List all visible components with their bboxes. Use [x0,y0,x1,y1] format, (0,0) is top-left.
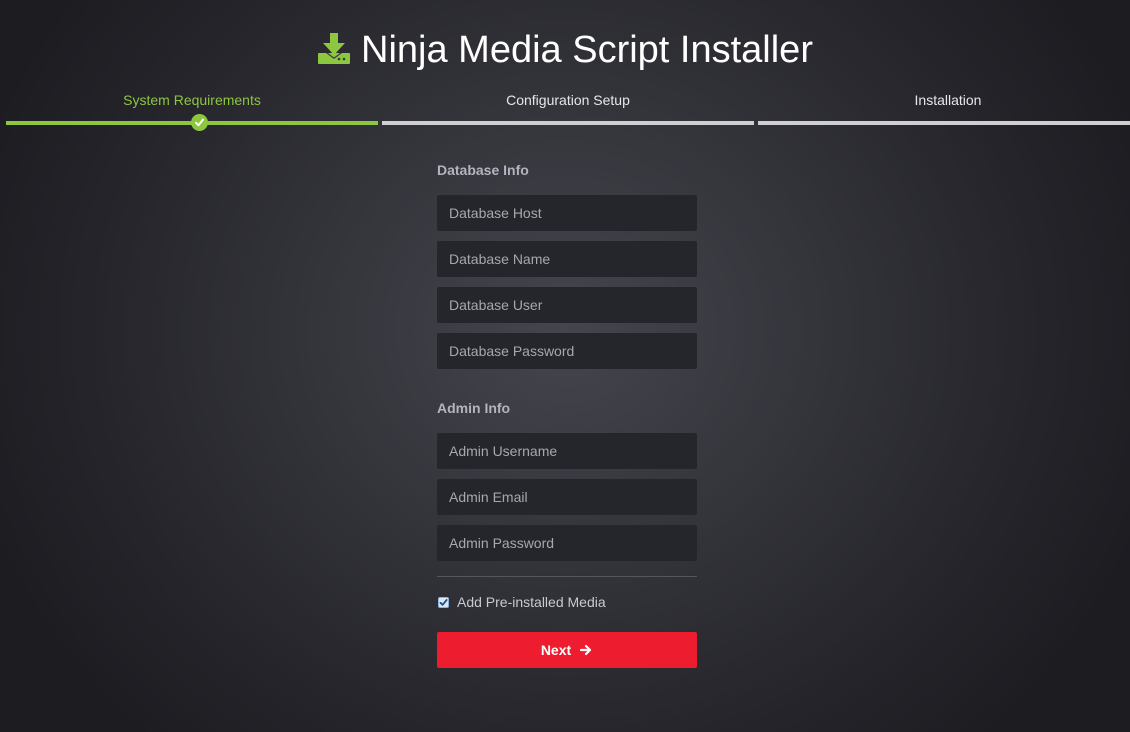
app-title: Ninja Media Script Installer [361,28,813,71]
admin-password-input[interactable] [437,525,697,561]
install-form: Database Info Admin Info Add Pre-install… [437,160,697,668]
step-configuration-setup[interactable]: Configuration Setup [382,90,754,130]
step-label: Installation [914,92,982,108]
step-label: Configuration Setup [506,92,630,108]
step-complete-check-icon [191,114,208,131]
checkmark-icon [439,598,448,606]
preinstalled-media-option[interactable]: Add Pre-installed Media [437,592,697,612]
arrow-right-icon [580,644,592,656]
installer-steps: System Requirements Configuration Setup … [0,90,1130,131]
database-password-input[interactable] [437,333,697,369]
download-tray-icon [318,33,351,64]
step-installation[interactable]: Installation [758,90,1130,130]
step-system-requirements[interactable]: System Requirements [6,90,378,131]
page-header: Ninja Media Script Installer [0,22,1130,78]
preinstalled-media-checkbox[interactable] [438,596,449,608]
preinstalled-media-label[interactable]: Add Pre-installed Media [457,594,606,610]
step-progress-bar [758,121,1130,125]
admin-email-input[interactable] [437,479,697,515]
database-user-input[interactable] [437,287,697,323]
step-label: System Requirements [123,92,261,108]
admin-username-input[interactable] [437,433,697,469]
admin-section-title: Admin Info [437,400,511,416]
database-section-title: Database Info [437,162,529,178]
next-button-label: Next [540,642,572,658]
next-button[interactable]: Next [437,632,697,668]
step-progress-bar [382,121,754,125]
database-host-input[interactable] [437,195,697,231]
database-name-input[interactable] [437,241,697,277]
